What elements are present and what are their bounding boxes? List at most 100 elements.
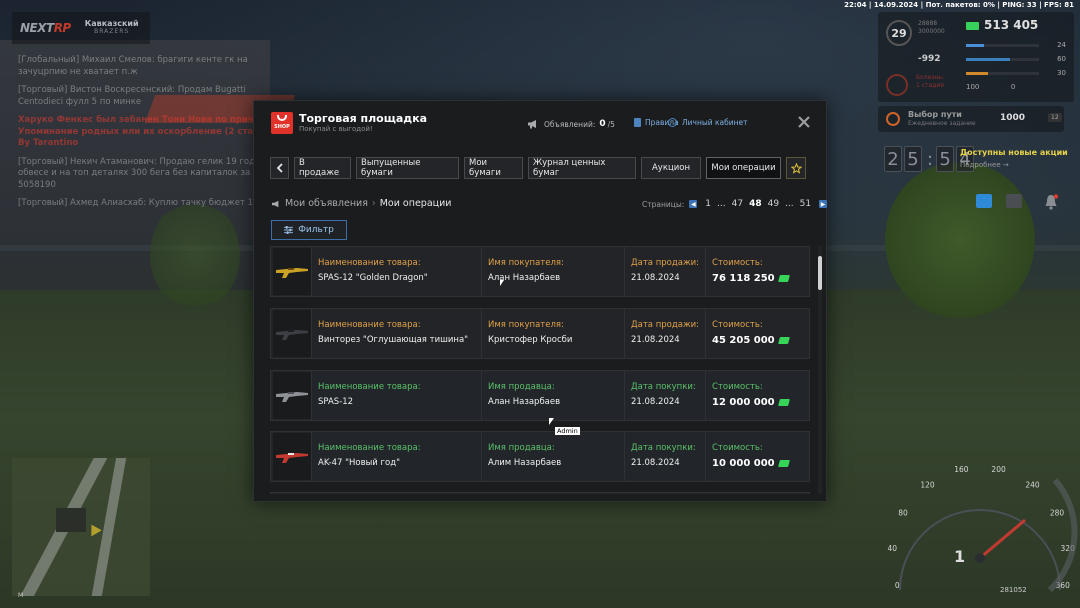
tab-bar: В продаже Выпущенные бумаги Мои бумаги Ж…	[270, 157, 811, 179]
notification-bell-icon[interactable]	[1044, 194, 1058, 210]
tab-issued-securities[interactable]: Выпущенные бумаги	[356, 157, 459, 179]
page-link-current[interactable]: 48	[749, 199, 762, 209]
price-cell: Стоимость: 45 205 000	[705, 309, 805, 358]
minimap-building	[56, 508, 86, 532]
debt-display: -992	[918, 54, 941, 64]
scrollbar-thumb[interactable]	[818, 256, 822, 290]
price-cell: Стоимость: 12 000 000	[705, 371, 805, 420]
person-cell: Имя продавца: Алан Назарбаев	[481, 371, 624, 420]
speed-tick-label: 160	[954, 465, 969, 474]
breadcrumb: Мои объявления › Мои операции	[271, 198, 451, 209]
mouse-cursor-icon	[500, 280, 504, 286]
filter-icon	[284, 226, 294, 234]
timer-digit: 2	[884, 146, 902, 172]
wanted-icon	[886, 74, 908, 96]
timer-colon: :	[927, 148, 934, 170]
speed-tick-label: 120	[920, 480, 935, 489]
tab-securities-journal[interactable]: Журнал ценных бумаг	[528, 157, 636, 179]
player-nametag: Admin	[555, 427, 580, 435]
server-logo: NEXTRP Кавказский BRAZERS	[12, 12, 150, 44]
weapon-icon	[276, 392, 308, 402]
armor-value: 60	[1057, 55, 1066, 63]
tab-on-sale[interactable]: В продаже	[294, 157, 351, 179]
price-cell: Стоимость: 76 118 250	[705, 247, 805, 296]
document-icon	[634, 118, 641, 127]
actions-more-link[interactable]: Подробнее →	[960, 161, 1009, 169]
new-actions-label: Доступны новые акции	[960, 148, 1068, 157]
speed-tick-label: 240	[1025, 480, 1040, 489]
stat-row-health: 24	[966, 38, 1066, 52]
level-badge: 29	[886, 20, 912, 46]
breadcrumb-current: Мои операции	[379, 198, 452, 209]
operation-row[interactable]: Наименование товара: SPAS-12 Имя продавца…	[270, 370, 810, 421]
minimap-label: M	[18, 592, 24, 599]
filter-button[interactable]: Фильтр	[271, 220, 347, 240]
page-link[interactable]: 49	[768, 199, 779, 209]
mouse-cursor-icon	[549, 418, 554, 425]
speed-tick-label: 40	[888, 544, 898, 553]
megaphone-icon	[272, 200, 279, 207]
inventory-icon[interactable]	[1006, 194, 1022, 208]
page-link[interactable]: 1	[705, 199, 711, 209]
money-icon	[777, 336, 790, 344]
favorites-button[interactable]	[786, 157, 806, 179]
weapon-icon	[276, 453, 308, 463]
quest-icon	[886, 112, 900, 126]
page-link[interactable]: 51	[800, 199, 811, 209]
minimap[interactable]	[12, 458, 150, 596]
prev-page-button[interactable]: ◀	[689, 200, 698, 208]
date-cell: Дата продажи: 21.08.2024	[624, 309, 705, 358]
status-bar: 22:04 | 14.09.2024 | Пот. пакетов: 0% | …	[844, 1, 1074, 9]
operation-row[interactable]: Наименование товара: SPAS-12 "Golden Drag…	[270, 246, 810, 297]
stat-extra-a: 100	[966, 83, 980, 91]
operations-list: Наименование товара: SPAS-12 "Golden Drag…	[270, 246, 810, 494]
tab-my-securities[interactable]: Мои бумаги	[464, 157, 523, 179]
speed-tick-label: 200	[991, 465, 1006, 474]
weapon-icon	[276, 330, 308, 340]
tree-background	[150, 200, 240, 310]
date-cell: Дата продажи: 21.08.2024	[624, 247, 705, 296]
personal-cabinet-link[interactable]: Личный кабинет	[668, 118, 748, 127]
marketplace-window: SHOP Торговая площадка Покупай с выгодой…	[253, 100, 828, 502]
sickness-status: Болезнь: 1 стадия	[916, 74, 944, 89]
chevron-left-icon	[276, 163, 283, 173]
ads-counter: Объявлений: 0/5	[527, 119, 615, 129]
quest-subtitle: Ежедневное задание	[908, 120, 976, 127]
xp-counter: 28888 3000000	[918, 20, 945, 35]
server-name: Кавказский BRAZERS	[85, 19, 139, 35]
chat-message: [Торговый] Вистон Воскресенский: Продам …	[18, 85, 246, 107]
quest-title: Выбор пути	[908, 110, 962, 119]
player-hud: 29 28888 3000000 513 405 -992 Болезнь: 1 с…	[878, 12, 1074, 102]
close-icon[interactable]	[797, 115, 811, 129]
chat-message-admin: Харуко Фенкес был забанен Тони Нова по п…	[18, 115, 282, 148]
tab-auction[interactable]: Аукцион	[641, 157, 701, 179]
back-button[interactable]	[270, 157, 289, 179]
next-page-button[interactable]: ▶	[819, 200, 828, 208]
date-cell: Дата покупки: 21.08.2024	[624, 432, 705, 481]
item-name-cell: Наименование товара: AK-47 "Новый год"	[311, 432, 481, 481]
window-title: Торговая площадка	[299, 112, 428, 125]
tab-my-operations[interactable]: Мои операции	[706, 157, 781, 179]
quest-reward: 1000	[1000, 113, 1026, 123]
brand-logo: NEXTRP	[20, 21, 71, 35]
speed-tick-label: 280	[1050, 509, 1065, 518]
speed-tick-label: 0	[895, 581, 900, 590]
item-name-cell: Наименование товара: Винторез "Оглушающая…	[311, 309, 481, 358]
person-cell: Имя продавца: Алим Назарбаев	[481, 432, 624, 481]
page-link[interactable]: 47	[732, 199, 743, 209]
weapon-icon	[276, 268, 308, 278]
daily-quest-panel[interactable]: Выбор пути Ежедневное задание 1000 12	[878, 106, 1064, 132]
operation-row-partial[interactable]	[270, 492, 810, 494]
stat-row-hunger: 30	[966, 66, 1066, 80]
operation-row[interactable]: Наименование товара: Винторез "Оглушающая…	[270, 308, 810, 359]
person-cell: Имя покупателя: Алан Назарбаев	[481, 247, 624, 296]
megaphone-icon	[528, 120, 536, 129]
breadcrumb-root[interactable]: Мои объявления	[285, 198, 368, 209]
stat-row-extra: 100 0	[966, 80, 1066, 94]
chat-message: [Глобальный] Михаил Смелов: брагиги кент…	[18, 55, 248, 77]
phone-icon[interactable]	[976, 194, 992, 208]
operation-row[interactable]: Наименование товара: AK-47 "Новый год" Им…	[270, 431, 810, 482]
hunger-value: 30	[1057, 69, 1066, 77]
odometer: 281052	[1000, 586, 1027, 594]
chat-message: [Торговый] Некич Атаманович: Продаю гели…	[18, 156, 261, 190]
